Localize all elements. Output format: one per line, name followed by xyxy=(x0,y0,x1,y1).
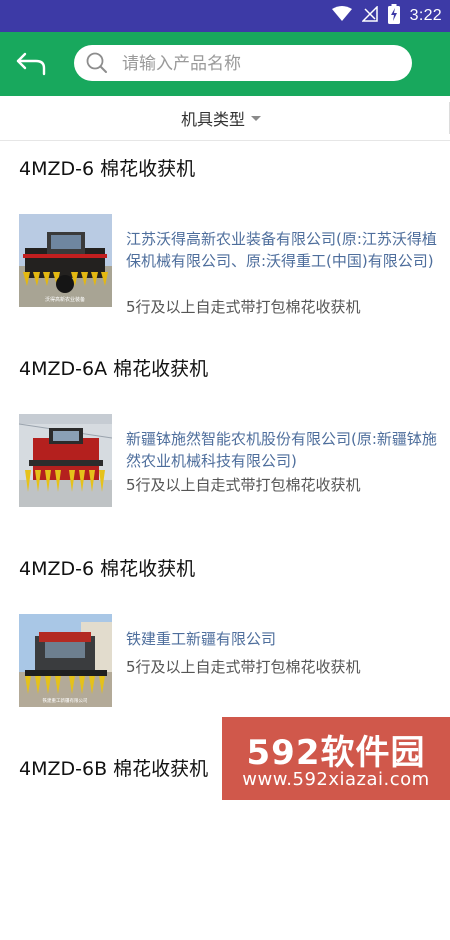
filter-label: 机具类型 xyxy=(181,110,246,129)
machine-type-filter[interactable]: 机具类型 xyxy=(181,96,262,140)
search-icon xyxy=(86,52,107,73)
product-thumbnail: 沃得高新农业装备 xyxy=(19,214,112,307)
caret-down-icon xyxy=(251,116,262,121)
product-thumbnail xyxy=(19,414,112,507)
watermark-logo: 592软件园 xyxy=(246,733,426,773)
wifi-icon xyxy=(331,6,352,26)
back-button[interactable] xyxy=(14,50,48,78)
product-list: 4MZD-6 棉花收获机 沃得高新农业装备 江苏沃得高新农业装备有限公司(原:江… xyxy=(0,140,450,940)
product-item[interactable]: 4MZD-6 棉花收获机 铁建重工新疆有限公司 铁建重工新疆有限公司 5行及以上… xyxy=(0,540,450,740)
back-arrow-icon xyxy=(16,52,46,76)
filter-bar: 机具类型 xyxy=(0,96,450,141)
search-box[interactable] xyxy=(74,45,412,83)
watermark: 592软件园 www.592xiazai.com xyxy=(222,717,450,800)
search-input[interactable] xyxy=(120,45,404,83)
thumbnail-caption: 沃得高新农业装备 xyxy=(45,296,85,303)
company-name: 江苏沃得高新农业装备有限公司(原:江苏沃得植保机械有限公司、原:沃得重工(中国)… xyxy=(126,230,437,270)
watermark-url: www.592xiazai.com xyxy=(242,769,430,790)
company-name: 新疆钵施然智能农机股份有限公司(原:新疆钵施然农业机械科技有限公司) xyxy=(126,430,437,470)
thumbnail-caption: 铁建重工新疆有限公司 xyxy=(43,697,88,704)
status-icons: 3:22 xyxy=(331,4,442,28)
product-title: 4MZD-6A 棉花收获机 xyxy=(19,358,209,380)
signal-icon xyxy=(360,5,378,26)
product-title: 4MZD-6 棉花收获机 xyxy=(19,158,196,180)
status-bar: 3:22 xyxy=(0,0,450,32)
machine-type: 5行及以上自走式带打包棉花收获机 xyxy=(126,658,361,676)
product-item[interactable]: 4MZD-6 棉花收获机 沃得高新农业装备 江苏沃得高新农业装备有限公司(原:江… xyxy=(0,140,450,340)
product-thumbnail: 铁建重工新疆有限公司 xyxy=(19,614,112,707)
product-title: 4MZD-6B 棉花收获机 xyxy=(19,758,209,780)
company-name: 铁建重工新疆有限公司 xyxy=(126,630,277,648)
product-item[interactable]: 4MZD-6A 棉花收获机 新疆钵施然智能农机股份有限公司(原:新疆钵施然农业机… xyxy=(0,340,450,540)
machine-type: 5行及以上自走式带打包棉花收获机 xyxy=(126,298,361,316)
status-time: 3:22 xyxy=(409,7,442,24)
header-bar xyxy=(0,32,450,96)
battery-charging-icon xyxy=(387,4,400,28)
product-title: 4MZD-6 棉花收获机 xyxy=(19,558,196,580)
machine-type: 5行及以上自走式带打包棉花收获机 xyxy=(126,476,361,494)
